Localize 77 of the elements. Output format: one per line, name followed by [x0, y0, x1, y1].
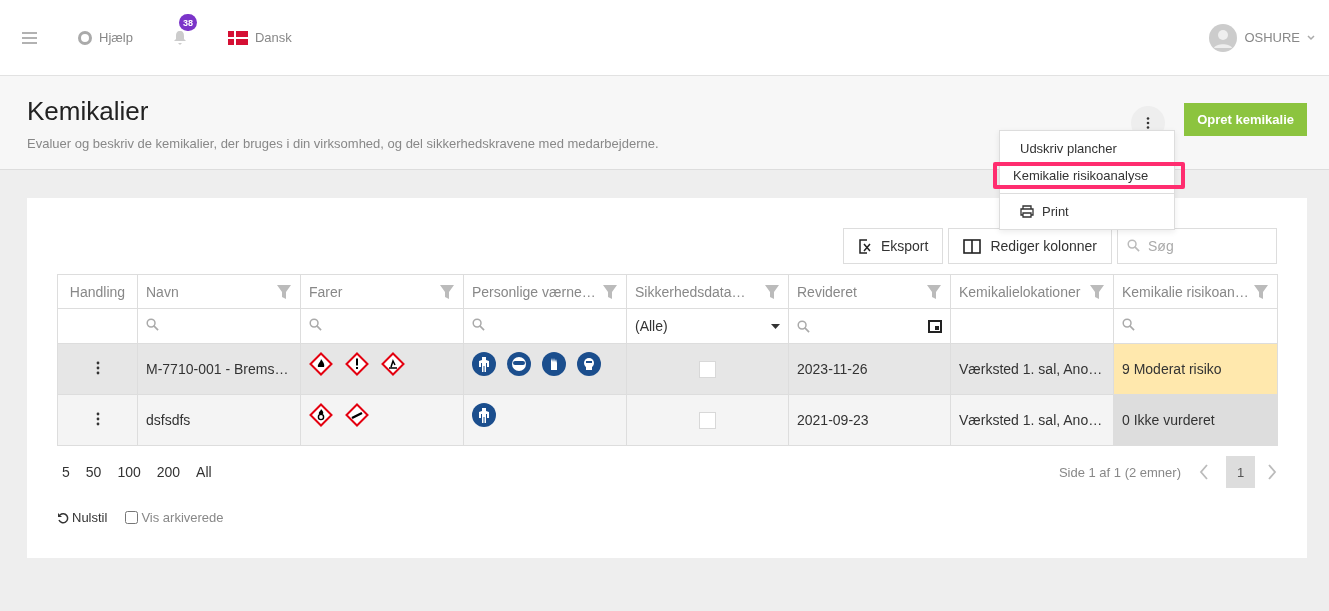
risk-cell: 9 Moderat risiko: [1113, 343, 1278, 395]
menu-item[interactable]: Udskriv plancher: [1000, 135, 1174, 162]
filter-icon[interactable]: [1253, 283, 1269, 300]
checkbox[interactable]: [699, 360, 716, 378]
language-selector[interactable]: Dansk: [227, 30, 292, 45]
search-icon: [797, 319, 810, 333]
filter-icon[interactable]: [602, 283, 618, 300]
table-cell: Værksted 1. sal, Ano…: [959, 361, 1103, 377]
page-size-option[interactable]: 100: [117, 464, 157, 480]
environment-hazard-icon: [381, 352, 405, 376]
search-field[interactable]: Søg: [1117, 228, 1277, 264]
menu-icon[interactable]: [22, 31, 37, 44]
table-cell: 2023-11-26: [797, 361, 868, 377]
bell-icon[interactable]: [172, 30, 187, 45]
filter-icon[interactable]: [276, 283, 292, 300]
menu-item[interactable]: Kemikalie risikoanalyse: [993, 162, 1185, 189]
search-icon: [146, 318, 159, 331]
filter-icon[interactable]: [926, 283, 942, 300]
page-size-option[interactable]: 50: [85, 464, 118, 480]
chevron-right-icon[interactable]: [1267, 464, 1277, 480]
row-actions-icon[interactable]: [95, 360, 100, 375]
table-cell: Værksted 1. sal, Ano…: [959, 412, 1103, 428]
page-button[interactable]: 1: [1226, 456, 1255, 488]
column-header[interactable]: Sikkerhedsdata…: [626, 274, 789, 309]
calendar-icon[interactable]: [928, 319, 942, 333]
excel-export-icon: [857, 238, 872, 254]
column-header[interactable]: Kemikalie risikoan…: [1113, 274, 1278, 309]
table-cell: M-7710-001 - Brems…: [146, 361, 289, 377]
search-icon: [1127, 239, 1140, 252]
gas-cylinder-hazard-icon: [345, 403, 369, 427]
filter-icon[interactable]: [439, 283, 455, 300]
flame-hazard-icon: [309, 352, 333, 376]
flame-over-circle-hazard-icon: [309, 403, 333, 427]
caret-icon: [771, 323, 780, 329]
help-link[interactable]: Hjælp: [78, 30, 133, 45]
notification-count: 38: [178, 14, 197, 31]
search-icon: [309, 318, 322, 331]
chevron-left-icon[interactable]: [1199, 464, 1209, 480]
table-cell: 2021-09-23: [797, 412, 869, 428]
page-size-option[interactable]: 200: [156, 464, 197, 480]
undo-icon: [57, 511, 69, 524]
archived-checkbox[interactable]: [125, 511, 139, 524]
column-header[interactable]: Farer: [300, 274, 464, 309]
column-header[interactable]: Revideret: [788, 274, 951, 309]
checkbox-label: Vis arkiverede: [141, 510, 224, 525]
risk-cell: 0 Ikke vurderet: [1113, 394, 1278, 446]
menu-item[interactable]: Print: [1000, 198, 1174, 225]
user-menu[interactable]: OSHURE: [1209, 23, 1315, 52]
coverall-icon: [472, 352, 496, 376]
column-header[interactable]: Kemikalielokationer: [950, 274, 1114, 309]
columns-icon: [963, 238, 982, 254]
row-actions-icon[interactable]: [95, 411, 100, 426]
column-header[interactable]: Navn: [137, 274, 301, 309]
table-cell: dsfsdfs: [146, 412, 191, 428]
more-vertical-icon: [1146, 117, 1151, 129]
chevron-down-icon: [1307, 34, 1315, 41]
page-title: Kemikalier: [27, 96, 149, 127]
lifebuoy-icon: [78, 30, 92, 45]
search-icon: [1122, 318, 1135, 331]
exclamation-hazard-icon: [345, 352, 369, 376]
edit-columns-button[interactable]: Rediger kolonner: [948, 228, 1112, 264]
column-header[interactable]: Personlige værne…: [463, 274, 627, 309]
page-info: Side 1 af 1 (2 emner): [1058, 464, 1181, 480]
checkbox[interactable]: [699, 411, 716, 429]
filter-icon[interactable]: [764, 283, 780, 300]
printer-icon: [1020, 205, 1034, 218]
avatar-icon: [1209, 23, 1238, 52]
flag-icon: [227, 30, 248, 45]
page-size-option[interactable]: 5: [62, 464, 86, 480]
export-button[interactable]: Eksport: [842, 228, 944, 264]
search-icon: [472, 318, 485, 331]
page-size-option[interactable]: All: [196, 464, 228, 480]
coverall-icon: [472, 403, 496, 427]
filter-icon[interactable]: [1089, 283, 1105, 300]
column-header[interactable]: Handling: [57, 274, 138, 309]
reset-button[interactable]: Nulstil: [57, 510, 108, 525]
page-subtitle: Evaluer og beskriv de kemikalier, der bruges i din virksomhed, og del sikkerhedskravene med medarbejderne.: [27, 136, 659, 151]
